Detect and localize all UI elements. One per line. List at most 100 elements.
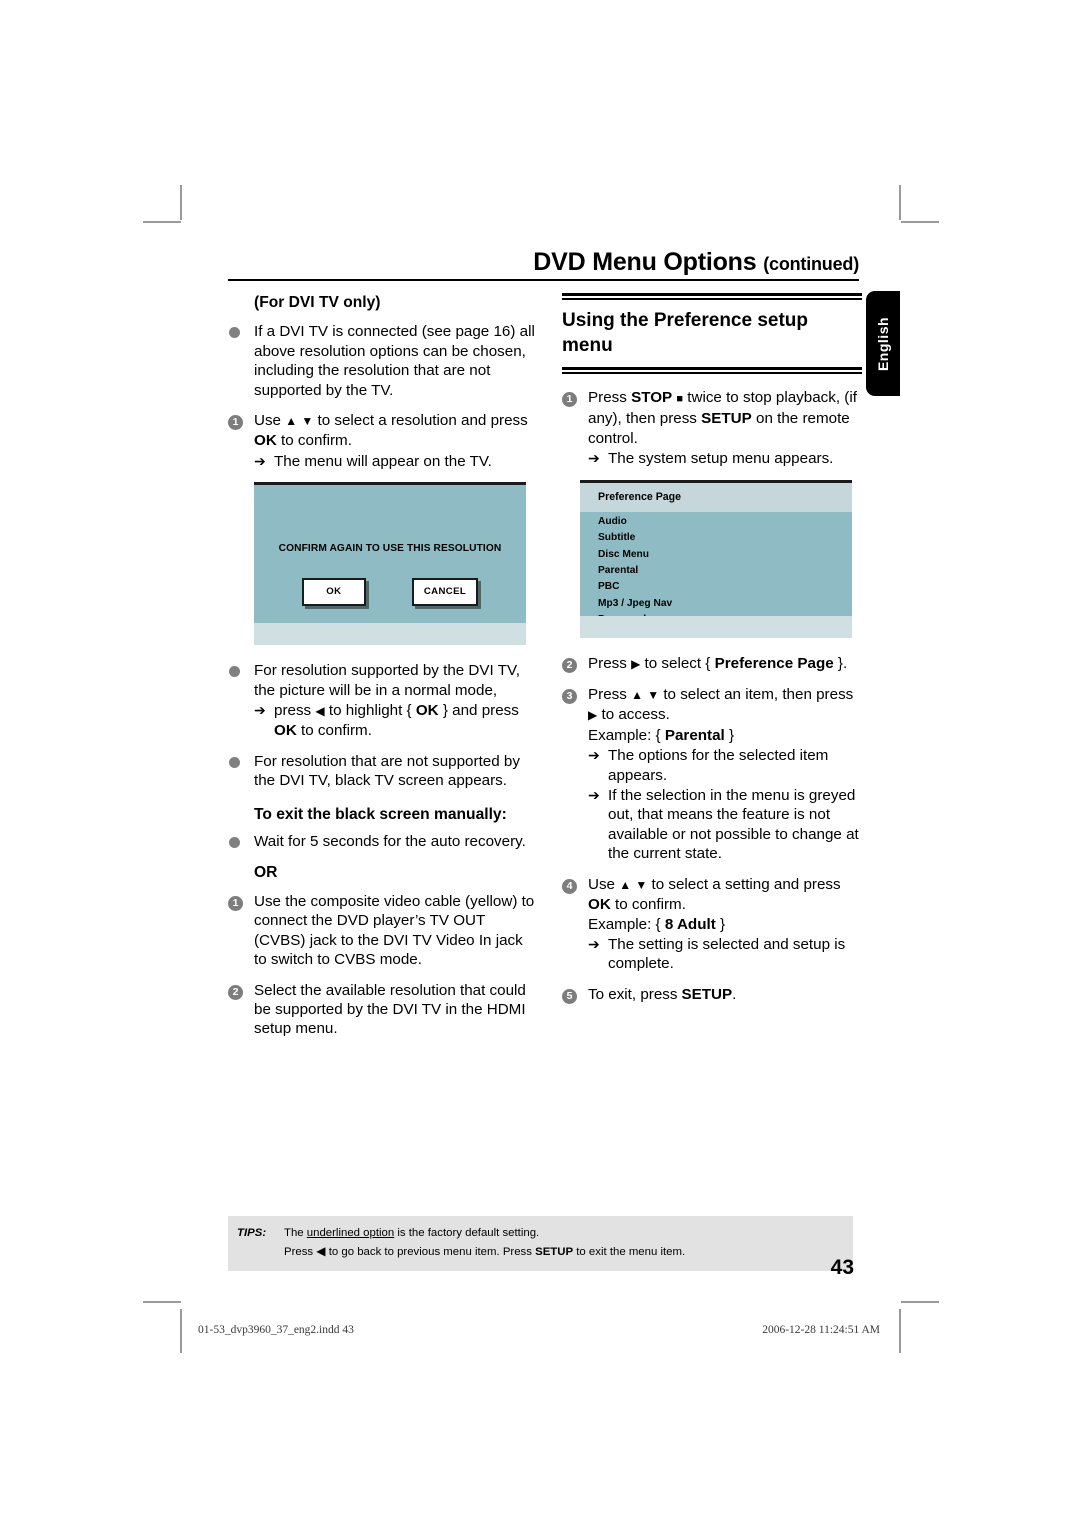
crop-mark-bottom-left-vertical — [180, 1309, 182, 1353]
bullet-icon — [229, 756, 240, 768]
tips-body: The underlined option is the factory def… — [284, 1225, 853, 1261]
ok-button[interactable]: OK — [301, 578, 366, 606]
right-step-1-note: The system setup menu appears. — [608, 450, 834, 468]
page-header: DVD Menu Options (continued) — [228, 250, 859, 281]
preference-item-pbc[interactable]: PBC — [598, 579, 852, 595]
right-step-3-example-label: Example: { — [588, 726, 661, 744]
arrow-down-icon: ▼ — [647, 688, 660, 703]
right-step-4-a: Use — [588, 875, 616, 893]
bullet-icon — [229, 666, 240, 678]
preference-page-list: Audio Subtitle Disc Menu Parental PBC Mp… — [580, 512, 852, 628]
crop-mark-top-left-vertical — [180, 185, 182, 220]
left-step-1-c: to confirm. — [281, 432, 352, 450]
right-step-3-example-close: } — [729, 726, 735, 744]
tips-line-1-b: is the factory default setting. — [394, 1227, 540, 1239]
right-step-2-b: to select { — [644, 654, 711, 672]
arrow-right-icon: ➔ — [588, 787, 600, 804]
right-column: Using the Preference setup menu 1 Press … — [562, 293, 862, 1015]
sub-note: ➔ The system setup menu appears. — [588, 449, 862, 468]
left-bullet-2-note-a: press — [274, 702, 312, 720]
tv-screen-preference-page: Preference Page Audio Subtitle Disc Menu… — [580, 479, 852, 638]
right-step-3-b: to select an item, then press — [663, 686, 854, 704]
crop-mark-bottom-right-horizontal — [901, 1301, 939, 1303]
left-bullet-4-text: Wait for 5 seconds for the auto recovery… — [254, 833, 526, 851]
page-number: 43 — [830, 1256, 854, 1279]
list-item: 1 Use the composite video cable (yellow)… — [228, 892, 538, 970]
bullet-icon — [229, 837, 240, 849]
preference-item-mp3-jpeg-nav[interactable]: Mp3 / Jpeg Nav — [598, 596, 852, 612]
tips-line-2: Press ◀ to go back to previous menu item… — [284, 1243, 853, 1262]
right-step-5-b: . — [732, 985, 737, 1003]
tips-label: TIPS: — [237, 1227, 267, 1239]
left-bullet-2-ok-2: OK — [274, 722, 297, 740]
confirm-button-row: OK CANCEL — [254, 578, 526, 606]
arrow-left-icon: ◀ — [316, 1243, 326, 1258]
list-item: 4 Use ▲ ▼ to select a setting and press … — [562, 875, 862, 974]
arrow-down-icon: ▼ — [635, 877, 648, 892]
list-item: 2 Press ▶ to select { Preference Page }. — [562, 654, 862, 674]
sub-note: ➔ If the selection in the menu is greyed… — [588, 786, 862, 864]
right-step-2-a: Press — [588, 654, 627, 672]
tv-screen-footer-strip — [580, 615, 852, 638]
left-bullet-2-note-c: } and press — [442, 702, 519, 720]
tips-line-1: The underlined option is the factory def… — [284, 1225, 853, 1243]
list-item: 1 Press STOP ■ twice to stop playback, (… — [562, 388, 862, 469]
right-step-3-note-1: The options for the selected item appear… — [608, 747, 829, 784]
step-number-icon: 2 — [562, 657, 577, 673]
list-item: If a DVI TV is connected (see page 16) a… — [228, 322, 538, 400]
preference-item-audio[interactable]: Audio — [598, 514, 852, 530]
preference-item-parental[interactable]: Parental — [598, 563, 852, 579]
left-step-1-b: to select a resolution and press — [317, 412, 528, 430]
list-item: 1 Use ▲ ▼ to select a resolution and pre… — [228, 411, 538, 471]
arrow-up-icon: ▲ — [285, 414, 298, 429]
arrow-right-triangle-icon: ▶ — [631, 656, 641, 671]
crop-mark-bottom-right-vertical — [899, 1309, 901, 1353]
arrow-right-icon: ➔ — [254, 452, 266, 469]
cancel-button[interactable]: CANCEL — [411, 578, 479, 606]
arrow-right-icon: ➔ — [588, 747, 600, 764]
step-number-icon: 2 — [228, 984, 243, 1000]
step-number-icon: 1 — [562, 392, 577, 407]
arrow-down-icon: ▼ — [301, 414, 314, 429]
language-tab: English — [866, 291, 900, 396]
bullet-icon — [229, 327, 240, 339]
right-step-3-example: Example: { Parental } — [588, 726, 862, 745]
right-step-3-c: to access. — [601, 706, 670, 724]
list-item: For resolution that are not supported by… — [228, 752, 538, 791]
left-bullet-1-text: If a DVI TV is connected (see page 16) a… — [254, 323, 535, 399]
list-item: Wait for 5 seconds for the auto recovery… — [228, 832, 538, 851]
left-step-1-note: The menu will appear on the TV. — [274, 452, 492, 470]
tips-box: TIPS: The underlined option is the facto… — [228, 1216, 853, 1271]
page-title-continued: (continued) — [763, 254, 859, 274]
right-step-2-label: Preference Page — [714, 654, 834, 672]
step-number-icon: 3 — [562, 689, 577, 705]
right-step-4-c: to confirm. — [615, 896, 686, 914]
preference-item-disc-menu[interactable]: Disc Menu — [598, 547, 852, 563]
language-tab-label: English — [875, 316, 891, 371]
right-step-3-example-value: Parental — [664, 726, 725, 744]
tips-line-2-setup: SETUP — [535, 1245, 574, 1258]
left-column: (For DVI TV only) If a DVI TV is connect… — [228, 293, 538, 1050]
left-alt-step-2-text: Select the available resolution that cou… — [254, 981, 526, 1038]
sub-note: ➔ press ◀ to highlight { OK } and press … — [254, 701, 538, 741]
print-footer: 01-53_dvp3960_37_eng2.indd 43 2006-12-28… — [190, 1312, 890, 1352]
left-bullet-3-text: For resolution that are not supported by… — [254, 752, 520, 790]
print-footer-timestamp: 2006-12-28 11:24:51 AM — [762, 1324, 880, 1336]
left-bullet-2-ok-1: OK — [415, 702, 439, 720]
step-number-icon: 1 — [228, 415, 243, 431]
tips-line-1-a: The — [284, 1227, 307, 1239]
sub-note: ➔ The menu will appear on the TV. — [254, 452, 538, 471]
page-title: DVD Menu Options (continued) — [228, 250, 859, 279]
left-bullet-2-note-d: to confirm. — [301, 722, 372, 740]
tips-line-2-c: to exit the menu item. — [576, 1245, 686, 1258]
right-step-4-note: The setting is selected and setup is com… — [608, 935, 846, 973]
sub-note: ➔ The setting is selected and setup is c… — [588, 935, 862, 974]
left-or-label: OR — [254, 863, 278, 881]
crop-mark-top-left-horizontal — [143, 221, 181, 223]
right-step-4-ok: OK — [588, 896, 611, 914]
arrow-right-icon: ➔ — [254, 702, 266, 719]
crop-mark-top-right-horizontal — [901, 221, 939, 223]
left-subheading-exit-black-screen: To exit the black screen manually: — [254, 805, 507, 823]
right-step-4-example-close: } — [719, 915, 726, 933]
preference-item-subtitle[interactable]: Subtitle — [598, 530, 852, 546]
